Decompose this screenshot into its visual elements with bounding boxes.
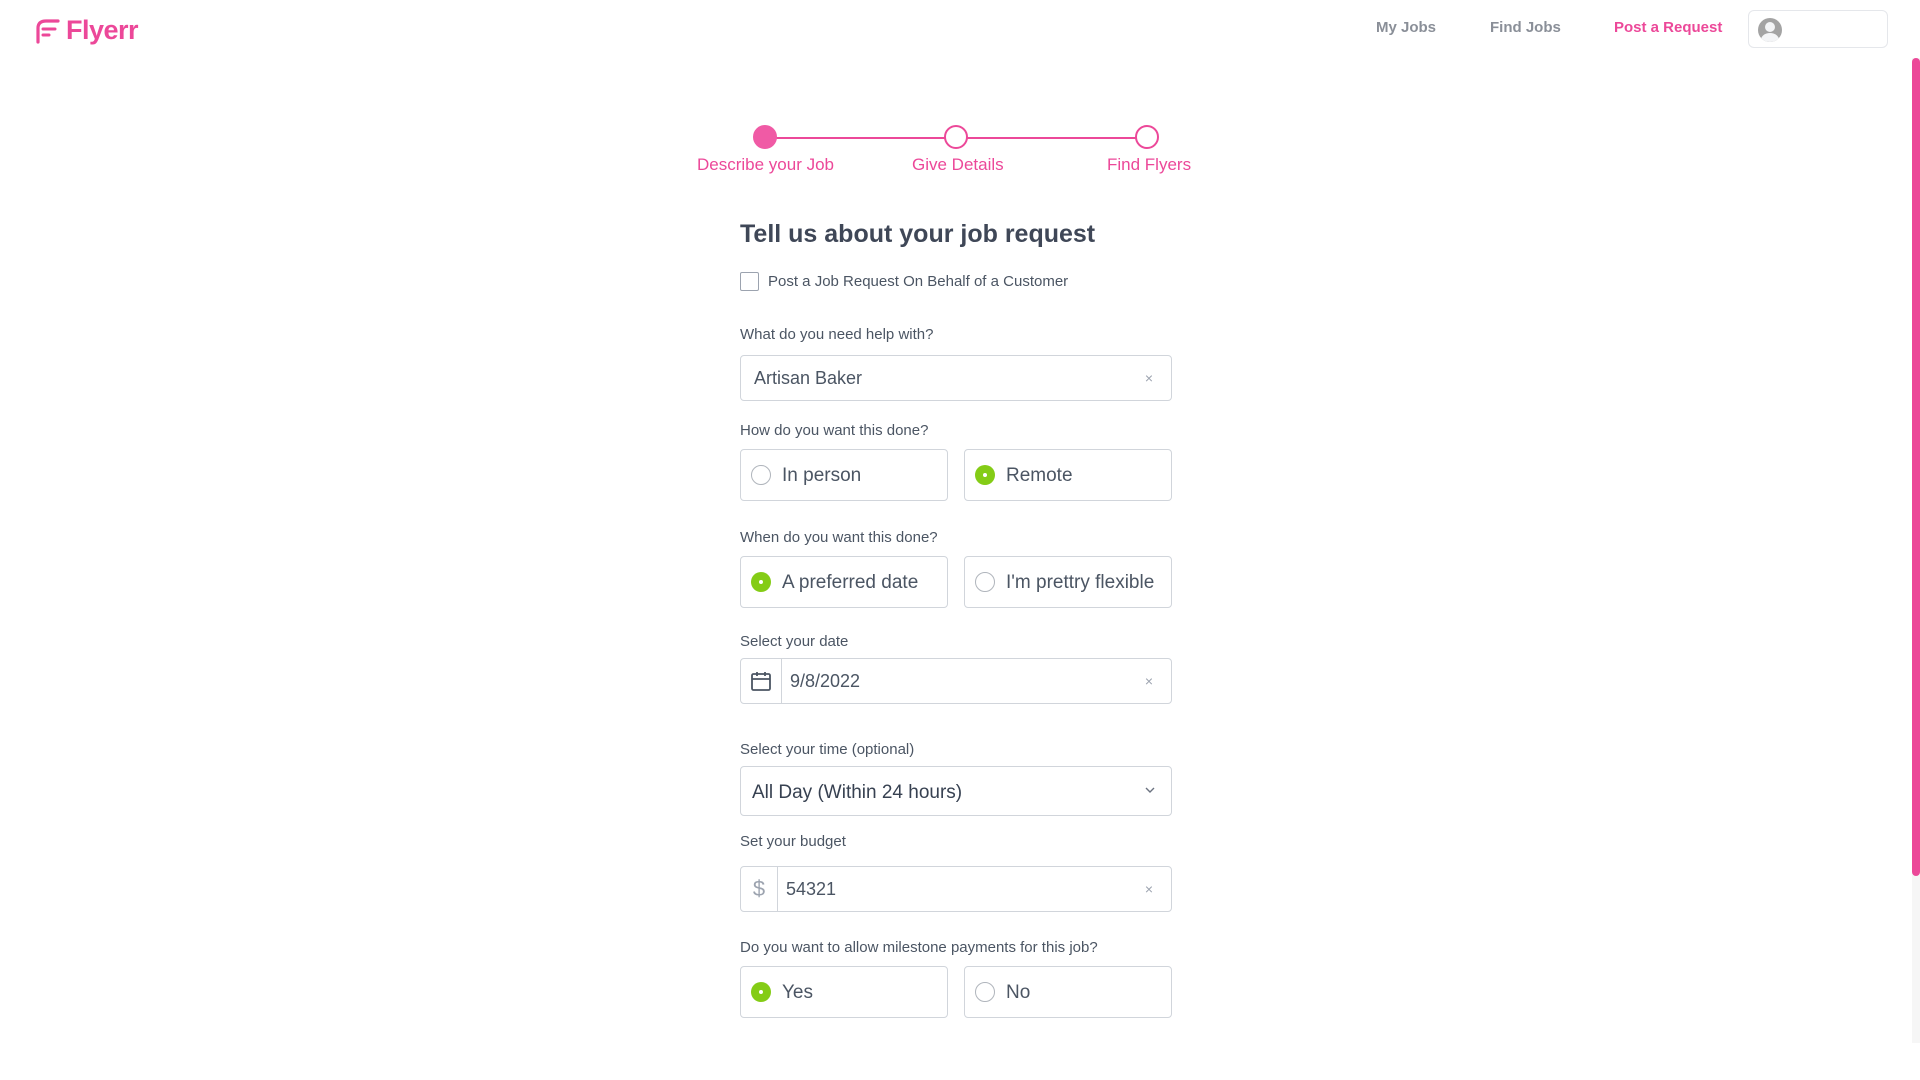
on-behalf-checkbox[interactable] [740, 272, 759, 291]
how-option-remote-label: Remote [1006, 465, 1073, 486]
clear-icon[interactable]: × [1145, 881, 1153, 897]
when-option-flexible-label: I'm prettry flexible [1006, 572, 1155, 593]
radio-checked[interactable] [975, 465, 995, 485]
date-label: Select your date [740, 633, 849, 650]
clear-icon[interactable]: × [1145, 673, 1153, 689]
step-2-dot [944, 125, 968, 149]
when-option-flexible[interactable]: I'm prettry flexible [964, 556, 1172, 608]
how-label: How do you want this done? [740, 422, 929, 439]
date-input[interactable]: 9/8/2022 × [740, 658, 1172, 704]
radio-unchecked[interactable] [975, 982, 995, 1002]
milestone-option-no-label: No [1006, 982, 1031, 1003]
milestone-label: Do you want to allow milestone payments … [740, 939, 1098, 956]
nav-my-jobs[interactable]: My Jobs [1376, 19, 1436, 36]
how-option-in-person[interactable]: In person [740, 449, 948, 501]
user-menu-button[interactable] [1748, 10, 1888, 48]
step-3-label: Find Flyers [1107, 155, 1192, 174]
scrollbar-thumb[interactable] [1912, 58, 1920, 876]
date-value: 9/8/2022 [790, 671, 861, 691]
help-with-input[interactable]: Artisan Baker × [740, 355, 1172, 401]
budget-value: 54321 [786, 879, 837, 899]
step-connector [766, 137, 956, 139]
radio-checked[interactable] [751, 982, 771, 1002]
budget-input[interactable]: $ 54321 × [740, 866, 1172, 912]
time-select[interactable]: All Day (Within 24 hours) [740, 766, 1172, 816]
step-1-label: Describe your Job [697, 155, 835, 174]
how-option-in-person-label: In person [782, 465, 862, 486]
on-behalf-label: Post a Job Request On Behalf of a Custom… [768, 273, 1069, 290]
chevron-down-icon [1145, 787, 1155, 793]
radio-unchecked[interactable] [751, 465, 771, 485]
budget-label: Set your budget [740, 833, 846, 850]
dollar-icon: $ [741, 867, 778, 911]
when-option-preferred-date-label: A preferred date [782, 572, 919, 593]
help-with-label: What do you need help with? [740, 326, 934, 343]
milestone-option-no[interactable]: No [964, 966, 1172, 1018]
how-option-remote[interactable]: Remote [964, 449, 1172, 501]
brand-name: Flyerr [66, 15, 139, 45]
nav-find-jobs[interactable]: Find Jobs [1490, 19, 1561, 36]
step-2-label: Give Details [912, 155, 1004, 174]
top-navbar: Flyerr My Jobs Find Jobs Post a Request [0, 0, 1920, 58]
radio-unchecked[interactable] [975, 572, 995, 592]
calendar-button[interactable] [741, 659, 782, 703]
milestone-option-yes[interactable]: Yes [740, 966, 948, 1018]
avatar-icon [1758, 18, 1782, 42]
milestone-option-yes-label: Yes [782, 982, 813, 1003]
when-option-preferred-date[interactable]: A preferred date [740, 556, 948, 608]
flyerr-logo-icon [36, 18, 60, 44]
time-select-value: All Day (Within 24 hours) [752, 782, 963, 803]
help-with-value: Artisan Baker [754, 368, 863, 388]
on-behalf-checkbox-row[interactable]: Post a Job Request On Behalf of a Custom… [740, 272, 1068, 291]
clear-icon[interactable]: × [1145, 370, 1153, 386]
when-label: When do you want this done? [740, 529, 938, 546]
page-title: Tell us about your job request [740, 220, 1096, 248]
time-label: Select your time (optional) [740, 741, 915, 758]
step-3-dot [1135, 125, 1159, 149]
nav-post-request[interactable]: Post a Request [1614, 19, 1722, 36]
step-connector [958, 137, 1148, 139]
radio-checked[interactable] [751, 572, 771, 592]
calendar-icon [751, 672, 771, 691]
flyerr-logo[interactable]: Flyerr [34, 15, 139, 46]
step-1-dot [753, 125, 777, 149]
